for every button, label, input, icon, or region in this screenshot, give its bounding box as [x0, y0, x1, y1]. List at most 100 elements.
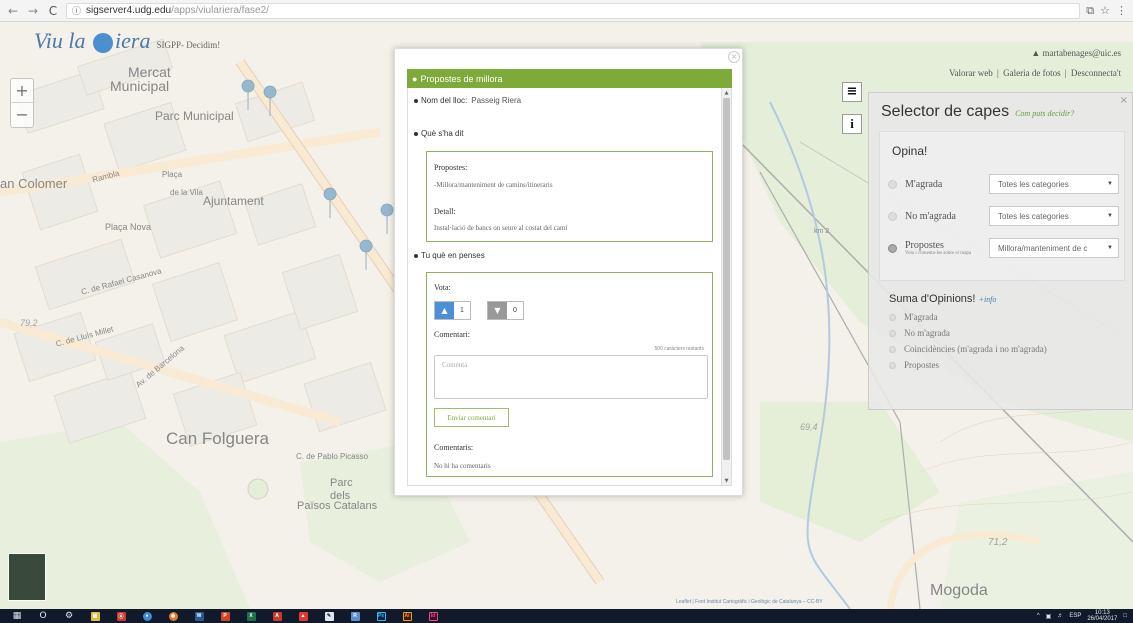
zoom-control: + −	[10, 78, 34, 128]
que-sha-dit-heading: Què s'ha dit	[414, 129, 463, 138]
send-comment-button[interactable]: Enviar comentari	[434, 408, 509, 427]
powerpoint-icon[interactable]: P	[216, 609, 234, 623]
place-name-value: Passeig Riera	[471, 96, 522, 105]
option-no-magrada[interactable]: No m'agrada Totes les categories ▼	[880, 200, 1124, 232]
radio-suma-magrada[interactable]	[889, 313, 896, 321]
radio-propostes[interactable]	[888, 243, 897, 253]
bullet	[414, 98, 418, 103]
pen-tool-icon[interactable]: ✎	[320, 609, 338, 623]
option-label: No m'agrada	[905, 210, 956, 222]
selector-help-link[interactable]: Com puts decidir?	[1015, 109, 1074, 118]
zoom-in-button[interactable]: +	[11, 79, 33, 103]
link-logout[interactable]: Desconnecta't	[1071, 68, 1121, 78]
modal-header: ● Propostes de millora	[407, 69, 732, 88]
minimap-thumbnail[interactable]	[8, 553, 46, 601]
site-logo[interactable]: Viu la iera SIGPP- Decidim!	[34, 28, 220, 54]
browser-toolbar: ← → C ⓘ sigserver4.udg.edu/apps/viularie…	[0, 0, 1133, 22]
windows-start-icon[interactable]: ▦	[8, 609, 26, 623]
like-button[interactable]: ▲ 1	[434, 301, 471, 320]
bullet	[414, 253, 418, 258]
suma-info-link[interactable]: +info	[979, 295, 997, 304]
scroll-down-arrow-icon[interactable]: ▼	[722, 478, 731, 484]
network-icon[interactable]: ▣	[1046, 613, 1052, 620]
suma-option[interactable]: No m'agrada	[889, 325, 1132, 341]
translate-icon[interactable]: ⧉	[1086, 4, 1094, 18]
r-studio-icon[interactable]: R	[346, 609, 364, 623]
address-bar[interactable]: ⓘ sigserver4.udg.edu/apps/viulariera/fas…	[66, 2, 1081, 19]
radio-suma-no-magrada[interactable]	[889, 329, 896, 337]
dislike-button[interactable]: ▼ 0	[487, 301, 524, 320]
suma-option[interactable]: M'agrada	[889, 309, 1132, 325]
excel-icon[interactable]: X	[242, 609, 260, 623]
thumbs-down-icon: ▼	[488, 302, 507, 319]
photoshop-icon[interactable]: Ps	[372, 609, 390, 623]
bookmark-star-icon[interactable]: ☆	[1100, 4, 1110, 17]
word-icon[interactable]: W	[190, 609, 208, 623]
site-info-icon[interactable]: ⓘ	[72, 4, 81, 17]
notifications-icon[interactable]: □	[1123, 613, 1127, 619]
volume-icon[interactable]: ♬	[1057, 613, 1063, 619]
link-valorar-web[interactable]: Valorar web	[949, 68, 993, 78]
language-indicator[interactable]: ESP	[1069, 613, 1081, 619]
map-attribution[interactable]: Leaflet | Font Institut Cartogràfic i Ge…	[676, 599, 823, 605]
suma-section: Suma d'Opinions! +info M'agrada No m'agr…	[869, 281, 1132, 373]
adobe-icon[interactable]: ▲	[294, 609, 312, 623]
suma-option[interactable]: Propostes	[889, 357, 1132, 373]
reload-icon[interactable]: C	[46, 4, 60, 18]
info-icon[interactable]: i	[842, 114, 862, 134]
illustrator-icon[interactable]: Ai	[398, 609, 416, 623]
category-select-no-magrada[interactable]: Totes les categories ▼	[989, 206, 1119, 226]
file-explorer-icon[interactable]: ▣	[86, 609, 104, 623]
logo-subtitle: SIGPP- Decidim!	[156, 40, 221, 50]
radio-magrada[interactable]	[888, 179, 897, 189]
scrollbar-thumb[interactable]	[723, 98, 730, 460]
user-email: ▲ martabenages@uic.es	[1031, 48, 1121, 58]
dropdown-arrow-icon: ▼	[1107, 245, 1113, 251]
option-hint: Vota i comenta-les sobre el mapa	[905, 250, 972, 256]
suma-title: Suma d'Opinions! +info	[889, 293, 997, 305]
like-count: 1	[454, 302, 470, 319]
tray-up-arrow-icon[interactable]: ^	[1037, 613, 1040, 619]
category-select-magrada[interactable]: Totes les categories ▼	[989, 174, 1119, 194]
comment-textarea[interactable]: Comenta	[434, 355, 708, 399]
search-icon[interactable]: O	[34, 609, 52, 623]
modal-scrollbar[interactable]: ▲ ▼	[721, 88, 731, 485]
close-icon[interactable]: ×	[1120, 95, 1128, 106]
acrobat-reader-icon[interactable]: A	[268, 609, 286, 623]
modal-close-icon[interactable]: ×	[728, 51, 740, 63]
dropdown-arrow-icon: ▼	[1107, 213, 1113, 219]
char-counter: 500 caràcters restants	[654, 346, 704, 352]
indesign-icon[interactable]: Id	[424, 609, 442, 623]
link-galeria[interactable]: Galeria de fotos	[1003, 68, 1060, 78]
settings-gear-icon[interactable]: ⚙	[60, 609, 78, 623]
comment-bubble-icon: ●	[412, 73, 418, 84]
forward-arrow-icon[interactable]: →	[26, 4, 40, 18]
chrome-icon[interactable]: ●	[138, 609, 156, 623]
radio-no-magrada[interactable]	[888, 211, 897, 221]
opina-section: Opina! M'agrada Totes les categories ▼ No…	[879, 131, 1125, 281]
firefox-icon[interactable]: ◉	[164, 609, 182, 623]
browser-menu-icon[interactable]: ⋮	[1116, 4, 1127, 17]
url-path: /apps/viulariera/fase2/	[171, 5, 269, 16]
category-select-propostes[interactable]: Millora/manteniment de c ▼	[989, 238, 1119, 258]
logo-text: Viu la iera	[34, 28, 151, 53]
option-magrada[interactable]: M'agrada Totes les categories ▼	[880, 168, 1124, 200]
windows-taskbar: ▦ O ⚙ ▣ Ⓐ ● ◉ W P X A ▲ ✎ R Ps Ai Id ^ ▣…	[0, 609, 1133, 623]
bullet	[414, 131, 418, 136]
radio-suma-coincidencies[interactable]	[889, 345, 896, 353]
vota-label: Vota:	[434, 283, 451, 292]
modal-body: Nom del lloc: Passeig Riera Què s'ha dit…	[407, 88, 732, 486]
scroll-up-arrow-icon[interactable]: ▲	[722, 90, 731, 96]
url-host: sigserver4.udg.edu	[86, 5, 172, 16]
clock[interactable]: 10:13 26/04/2017	[1087, 610, 1117, 622]
zoom-out-button[interactable]: −	[11, 103, 33, 127]
suma-option[interactable]: Coincidències (m'agrada i no m'agrada)	[889, 341, 1132, 357]
radio-suma-propostes[interactable]	[889, 361, 896, 369]
proposals-modal: × ● Propostes de millora Nom del lloc: P…	[394, 48, 743, 496]
layers-menu-icon[interactable]: ≡	[842, 82, 862, 102]
acrobat-icon[interactable]: Ⓐ	[112, 609, 130, 623]
back-arrow-icon[interactable]: ←	[6, 4, 20, 18]
place-name-line: Nom del lloc: Passeig Riera	[414, 96, 521, 105]
link-separator: |	[997, 68, 999, 78]
option-propostes[interactable]: Propostes Vota i comenta-les sobre el map…	[880, 232, 1124, 264]
